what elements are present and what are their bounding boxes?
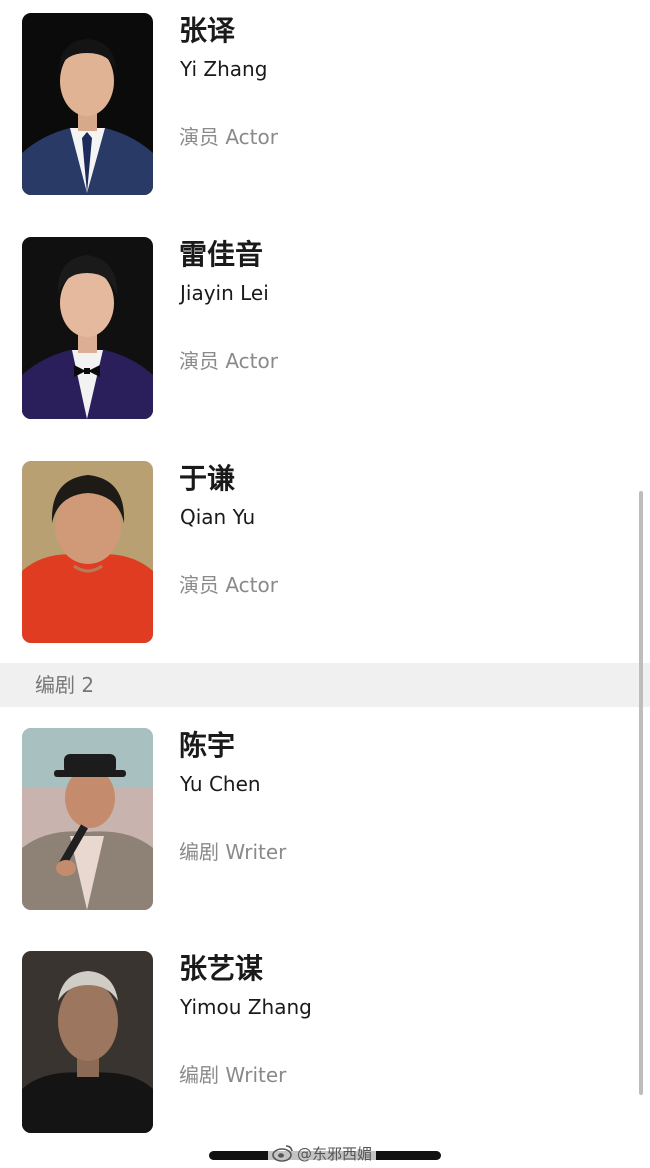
avatar-photo[interactable] bbox=[22, 237, 153, 419]
person-name-cn: 陈宇 bbox=[179, 729, 236, 762]
person-name-en: Jiayin Lei bbox=[180, 281, 269, 305]
person-name-cn: 雷佳音 bbox=[179, 238, 264, 271]
section-label: 编剧 2 bbox=[35, 673, 95, 697]
person-role: 演员 Actor bbox=[179, 349, 278, 373]
person-role: 演员 Actor bbox=[179, 125, 278, 149]
person-name-cn: 于谦 bbox=[179, 462, 236, 495]
person-name-en: Yu Chen bbox=[180, 772, 261, 796]
vertical-scrollbar[interactable] bbox=[639, 491, 643, 1095]
crew-item-yu-chen[interactable]: 陈宇 Yu Chen 编剧 Writer bbox=[0, 728, 650, 913]
person-role: 编剧 Writer bbox=[179, 840, 287, 864]
person-role: 演员 Actor bbox=[179, 573, 278, 597]
watermark-text: @东邪西媚 bbox=[297, 1144, 373, 1163]
person-name-en: Yi Zhang bbox=[180, 57, 268, 81]
weibo-icon bbox=[272, 1144, 294, 1162]
cast-item-jiayin-lei[interactable]: 雷佳音 Jiayin Lei 演员 Actor bbox=[0, 237, 650, 422]
person-name-cn: 张艺谋 bbox=[179, 952, 264, 985]
person-role: 编剧 Writer bbox=[179, 1063, 287, 1087]
person-name-en: Qian Yu bbox=[180, 505, 256, 529]
avatar-photo[interactable] bbox=[22, 728, 153, 910]
person-name-en: Yimou Zhang bbox=[180, 995, 312, 1019]
cast-item-qian-yu[interactable]: 于谦 Qian Yu 演员 Actor bbox=[0, 461, 650, 646]
section-header-writers: 编剧 2 bbox=[0, 663, 650, 707]
avatar-photo[interactable] bbox=[22, 13, 153, 195]
person-name-cn: 张译 bbox=[179, 14, 236, 47]
avatar-photo[interactable] bbox=[22, 461, 153, 643]
avatar-photo[interactable] bbox=[22, 951, 153, 1133]
cast-item-yi-zhang[interactable]: 张译 Yi Zhang 演员 Actor bbox=[0, 13, 650, 198]
crew-item-yimou-zhang[interactable]: 张艺谋 Yimou Zhang 编剧 Writer bbox=[0, 951, 650, 1136]
watermark: @东邪西媚 bbox=[268, 1141, 377, 1165]
